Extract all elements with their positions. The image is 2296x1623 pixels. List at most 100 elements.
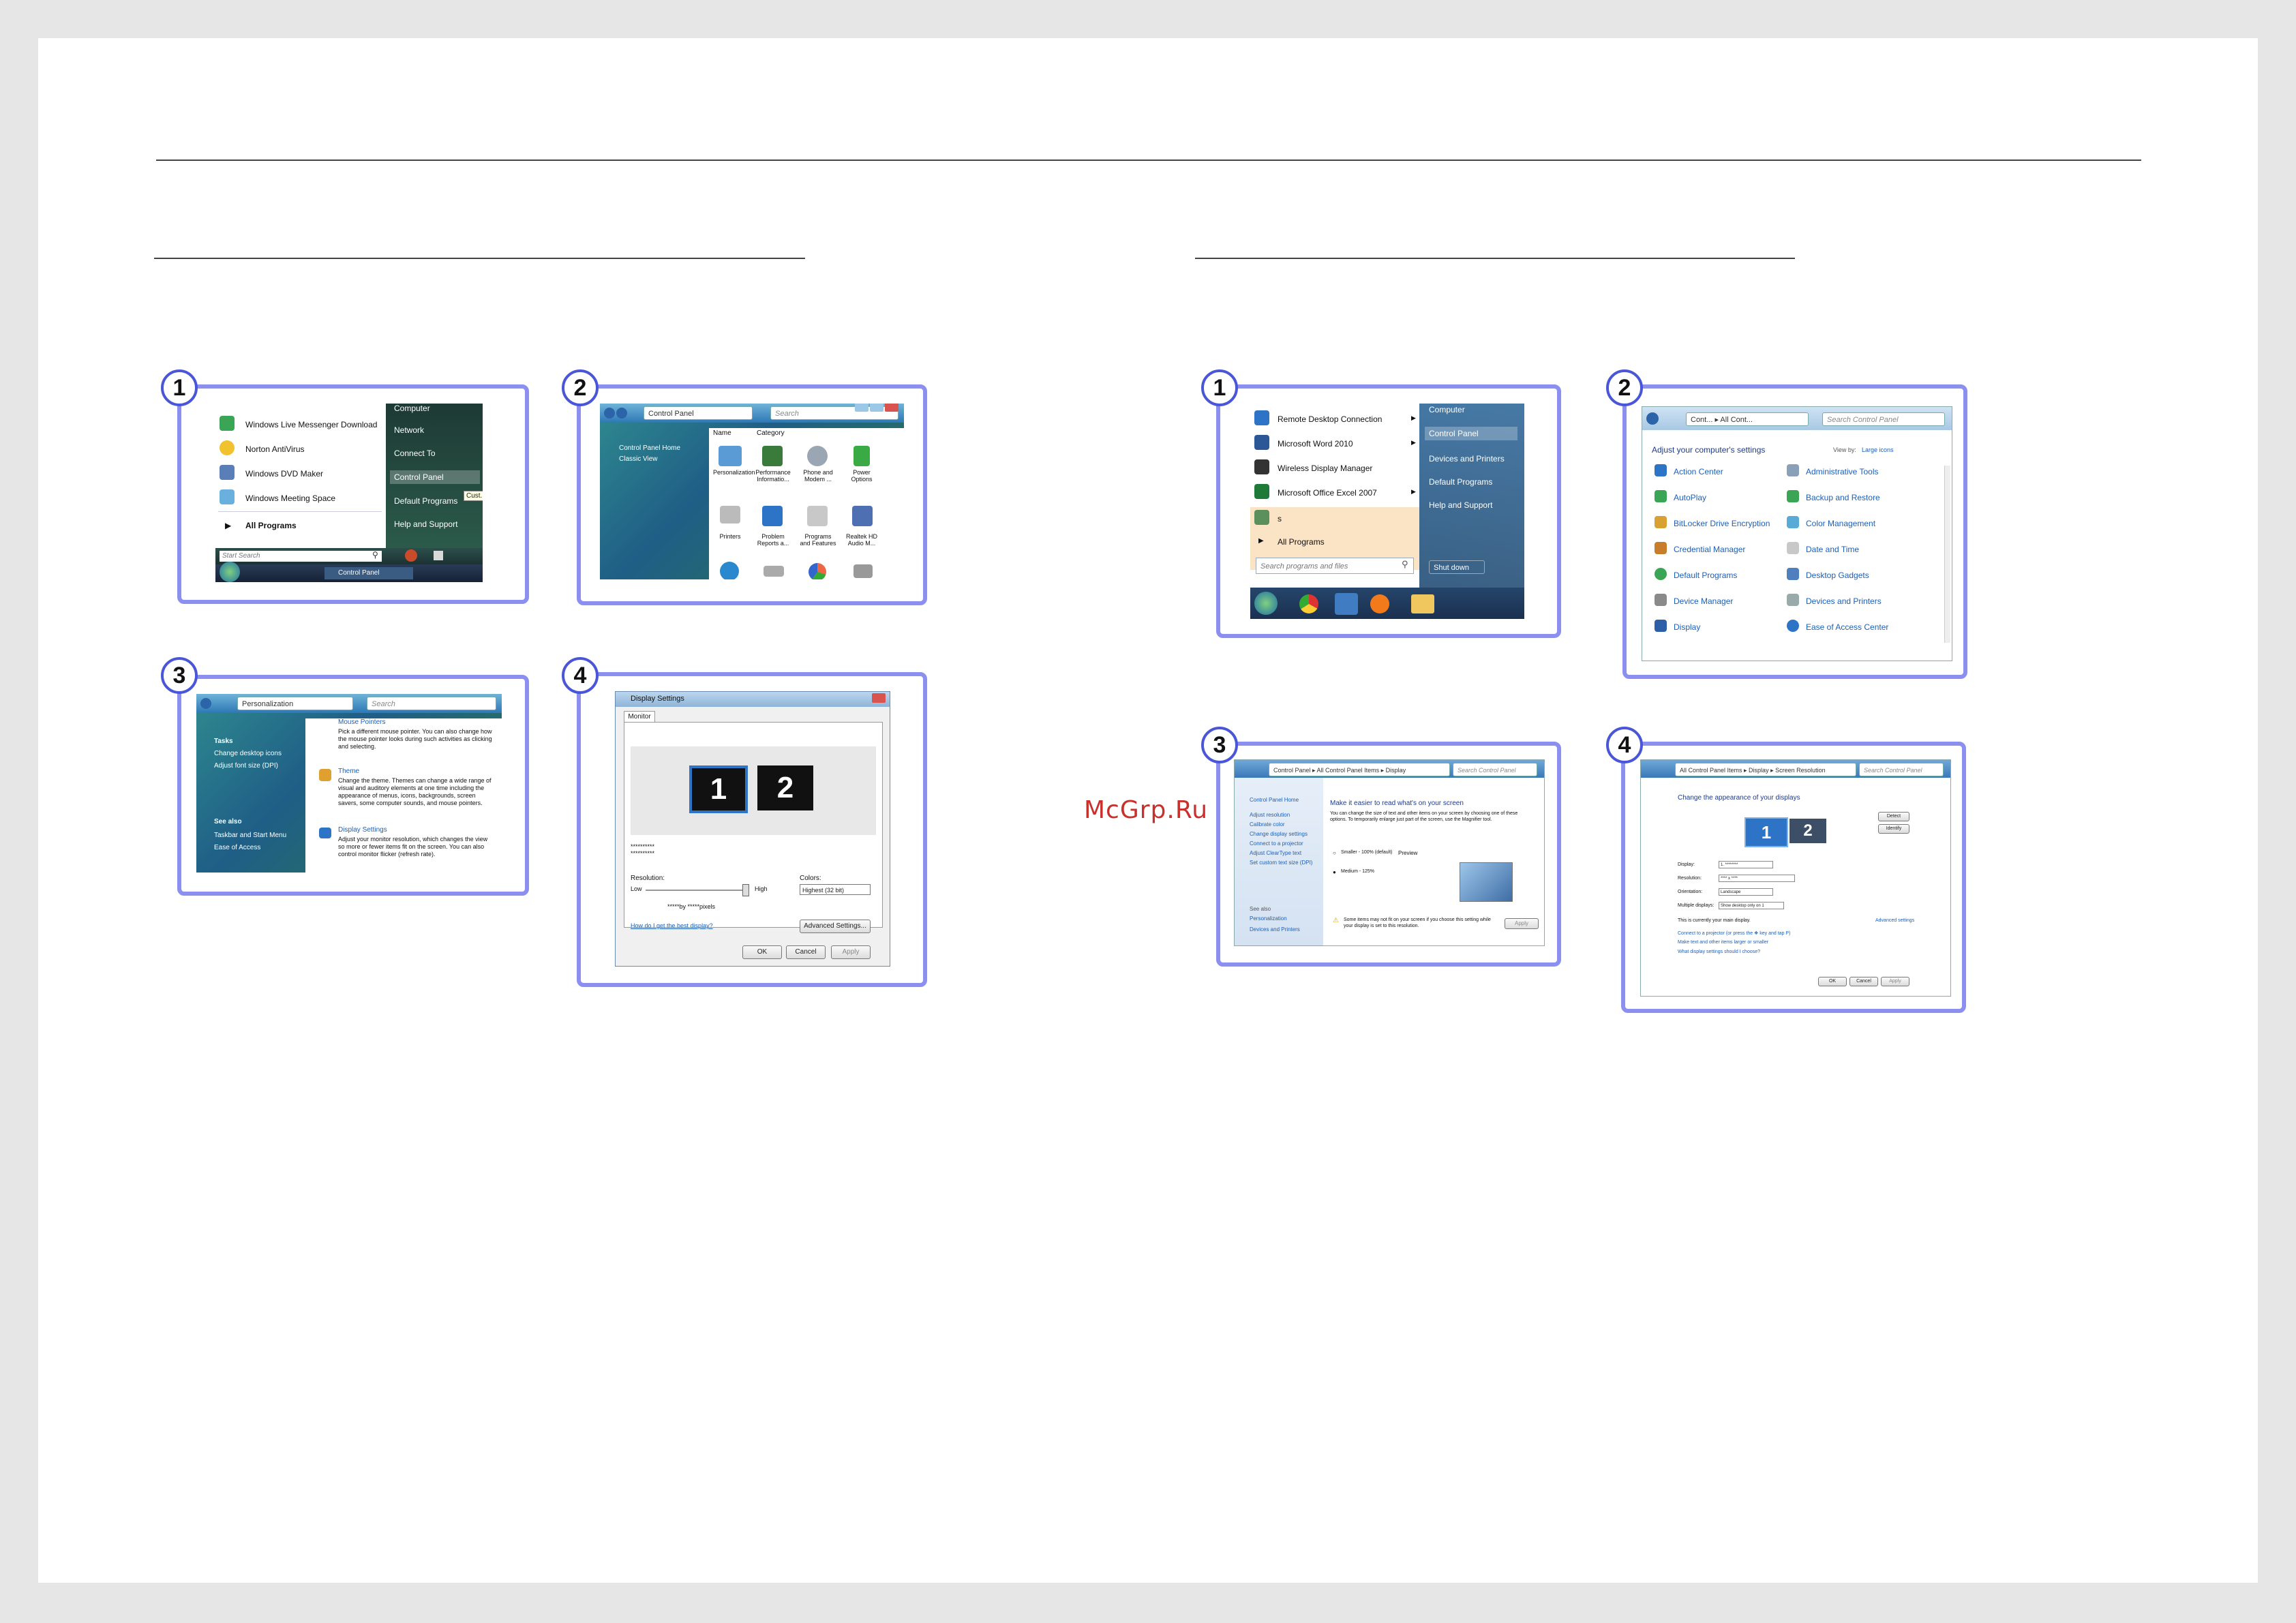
theme-link[interactable]: Theme bbox=[338, 768, 359, 775]
win7-cp-search[interactable]: Search Control Panel bbox=[1822, 412, 1945, 426]
start-orb-icon[interactable] bbox=[220, 562, 240, 582]
cp-item[interactable]: Programs and Features bbox=[799, 533, 837, 547]
win7-resolution-address[interactable]: All Control Panel Items ▸ Display ▸ Scre… bbox=[1675, 763, 1856, 776]
slider-thumb[interactable] bbox=[742, 884, 749, 896]
vista-start-right-item[interactable]: Network bbox=[394, 425, 424, 435]
task-link[interactable]: Adjust font size (DPI) bbox=[214, 762, 278, 770]
vista-start-right-item[interactable]: Help and Support bbox=[394, 519, 457, 529]
back-icon[interactable] bbox=[200, 698, 211, 709]
radio-smaller[interactable]: ○ bbox=[1333, 850, 1336, 856]
mouse-pointers-link[interactable]: Mouse Pointers bbox=[338, 718, 385, 726]
cp-item-left[interactable]: Credential Manager bbox=[1674, 545, 1745, 554]
vista-taskbar-control-panel[interactable]: Control Panel bbox=[324, 567, 413, 579]
see-also-link[interactable]: Ease of Access bbox=[214, 844, 260, 851]
vista-start-right-item[interactable]: Default Programs bbox=[394, 496, 457, 506]
cancel-button[interactable]: Cancel bbox=[786, 945, 826, 959]
cp-item[interactable]: Personalization bbox=[713, 469, 755, 476]
explorer-icon[interactable] bbox=[1411, 594, 1434, 613]
cp-item[interactable]: Problem Reports a... bbox=[754, 533, 792, 547]
back-icon[interactable] bbox=[1646, 412, 1659, 425]
cp-item-left[interactable]: Action Center bbox=[1674, 467, 1723, 476]
vista-start-left-item[interactable]: Windows Live Messenger Download bbox=[245, 420, 377, 429]
vista-start-left-item[interactable]: Norton AntiVirus bbox=[245, 444, 305, 454]
apply-button[interactable]: Apply bbox=[1881, 977, 1909, 986]
cp-item-left[interactable]: Default Programs bbox=[1674, 571, 1737, 580]
win7-start-left-item[interactable]: Microsoft Word 2010 bbox=[1278, 439, 1353, 449]
cp-item-left[interactable]: AutoPlay bbox=[1674, 493, 1706, 502]
column-header-name[interactable]: Name bbox=[713, 429, 731, 437]
display-side-link[interactable]: Calibrate color bbox=[1250, 821, 1285, 828]
advanced-settings-link[interactable]: Advanced settings bbox=[1875, 918, 1914, 923]
vista-start-left-item[interactable]: Windows DVD Maker bbox=[245, 469, 323, 479]
ok-button[interactable]: OK bbox=[1818, 977, 1847, 986]
win7-start-search[interactable]: Search programs and files bbox=[1256, 558, 1414, 574]
vista-start-right-item[interactable]: Computer bbox=[394, 404, 430, 413]
vista-start-right-item[interactable]: Connect To bbox=[394, 449, 436, 458]
best-display-link[interactable]: How do I get the best display? bbox=[631, 922, 713, 929]
win7-start-right-item[interactable]: Default Programs bbox=[1429, 477, 1492, 487]
cp-item[interactable]: Printers bbox=[713, 533, 747, 540]
resolution-select[interactable]: **** x **** bbox=[1719, 875, 1795, 882]
advanced-settings-button[interactable]: Advanced Settings... bbox=[800, 920, 871, 933]
win7-start-right-item[interactable]: Devices and Printers bbox=[1429, 454, 1505, 464]
monitor-tab[interactable]: Monitor bbox=[624, 711, 655, 723]
column-header-category[interactable]: Category bbox=[757, 429, 785, 437]
ok-button[interactable]: OK bbox=[742, 945, 782, 959]
power-icon[interactable] bbox=[405, 549, 417, 562]
back-icon[interactable] bbox=[604, 408, 615, 419]
monitor-2[interactable]: 2 bbox=[757, 765, 813, 810]
vista-cp-side-item[interactable]: Control Panel Home bbox=[619, 444, 680, 452]
start-orb-icon[interactable] bbox=[1254, 592, 1278, 615]
display-side-link[interactable]: Adjust ClearType text bbox=[1250, 850, 1301, 856]
colors-select[interactable]: Highest (32 bit) bbox=[800, 884, 871, 895]
task-link[interactable]: Change desktop icons bbox=[214, 750, 282, 757]
vista-pers-address[interactable]: Personalization bbox=[237, 697, 353, 710]
see-also-link[interactable]: Taskbar and Start Menu bbox=[214, 832, 286, 839]
win7-start-left-item[interactable]: Wireless Display Manager bbox=[1278, 464, 1372, 473]
monitor-1[interactable]: 1 bbox=[1744, 817, 1788, 847]
vista-cp-side-item[interactable]: Classic View bbox=[619, 455, 658, 463]
cp-item[interactable]: Phone and Modem ... bbox=[799, 469, 837, 483]
display-side-link[interactable]: Change display settings bbox=[1250, 831, 1308, 837]
chrome-icon[interactable] bbox=[1299, 594, 1318, 613]
vista-start-right-item-control-panel[interactable]: Control Panel bbox=[390, 470, 480, 484]
win7-start-left-item[interactable]: s bbox=[1278, 514, 1282, 524]
win7-start-right-item-control-panel[interactable]: Control Panel bbox=[1425, 427, 1517, 440]
win7-display-address[interactable]: Control Panel ▸ All Control Panel Items … bbox=[1269, 763, 1450, 776]
display-help-link[interactable]: What display settings should I choose? bbox=[1678, 950, 1760, 954]
cp-item-right[interactable]: Color Management bbox=[1806, 519, 1875, 528]
win7-start-right-item[interactable]: Help and Support bbox=[1429, 500, 1492, 510]
display-see-also-link[interactable]: Devices and Printers bbox=[1250, 926, 1300, 932]
vista-start-left-item[interactable]: Windows Meeting Space bbox=[245, 494, 335, 503]
radio-medium[interactable]: ● bbox=[1333, 869, 1336, 875]
display-side-link[interactable]: Set custom text size (DPI) bbox=[1250, 860, 1312, 866]
vista-all-programs[interactable]: All Programs bbox=[245, 521, 297, 530]
cp-item-right[interactable]: Devices and Printers bbox=[1806, 596, 1882, 606]
media-player-icon[interactable] bbox=[1370, 594, 1389, 613]
identify-button[interactable]: Identify bbox=[1878, 824, 1909, 834]
resolution-slider[interactable] bbox=[646, 890, 748, 891]
cp-item[interactable]: Power Options bbox=[843, 469, 881, 483]
cp-item-display[interactable]: Display bbox=[1674, 622, 1700, 632]
display-side-link[interactable]: Adjust resolution bbox=[1250, 812, 1290, 818]
vista-pers-search[interactable]: Search bbox=[367, 697, 496, 710]
win7-display-search[interactable]: Search Control Panel bbox=[1453, 763, 1537, 776]
shutdown-button[interactable]: Shut down bbox=[1429, 560, 1485, 574]
win7-start-left-item[interactable]: Remote Desktop Connection bbox=[1278, 414, 1382, 424]
display-select[interactable]: 1. ******** bbox=[1719, 861, 1773, 868]
forward-icon[interactable] bbox=[616, 408, 627, 419]
cancel-button[interactable]: Cancel bbox=[1849, 977, 1878, 986]
orientation-select[interactable]: Landscape bbox=[1719, 888, 1773, 896]
apply-button[interactable]: Apply bbox=[1505, 918, 1539, 929]
display-see-also-link[interactable]: Personalization bbox=[1250, 915, 1287, 922]
display-side-link[interactable]: Connect to a projector bbox=[1250, 840, 1303, 847]
display-settings-link[interactable]: Display Settings bbox=[338, 826, 387, 834]
projector-link[interactable]: Connect to a projector (or press the ❖ k… bbox=[1678, 930, 1790, 936]
detect-button[interactable]: Detect bbox=[1878, 812, 1909, 821]
lock-icon[interactable] bbox=[434, 551, 443, 560]
win7-start-right-item[interactable]: Computer bbox=[1429, 405, 1465, 414]
win7-start-left-item[interactable]: Microsoft Office Excel 2007 bbox=[1278, 488, 1377, 498]
ie-icon[interactable] bbox=[1335, 593, 1358, 615]
cp-item[interactable]: Realtek HD Audio M... bbox=[843, 533, 881, 547]
text-size-link[interactable]: Make text and other items larger or smal… bbox=[1678, 940, 1768, 945]
